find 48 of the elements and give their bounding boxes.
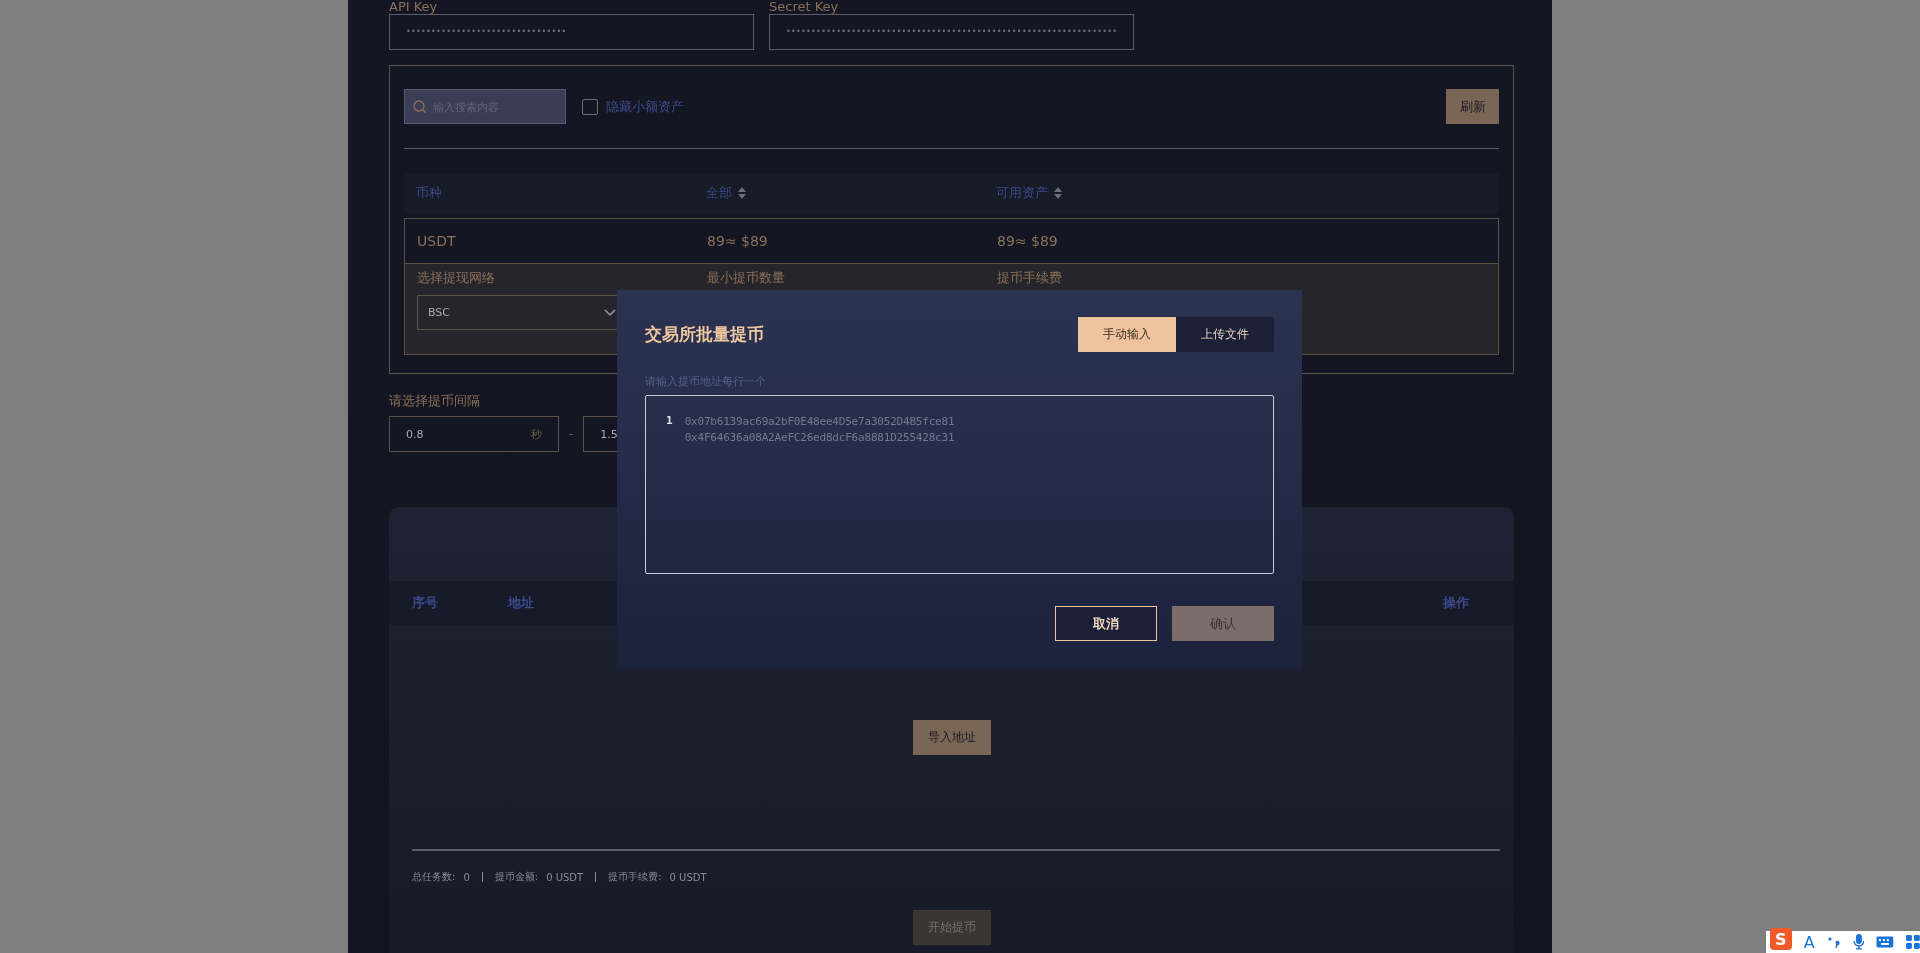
import-button[interactable]: 导入地址	[912, 719, 991, 755]
line-number: 1	[666, 414, 673, 429]
stat-label: 总任务数:	[412, 870, 456, 884]
stat-value: 0 USDT	[546, 871, 584, 883]
field-label: API Key	[389, 0, 439, 14]
column-header: 操作	[1443, 594, 1469, 612]
interval-label: 请选择提币间隔	[389, 394, 480, 408]
sort-icon[interactable]	[738, 187, 746, 199]
confirm-button[interactable]: 确认	[1172, 606, 1274, 641]
stat-value: 0 USDT	[669, 871, 707, 883]
grid-icon[interactable]	[1906, 935, 1920, 949]
password-field[interactable]: ••••••••••••••••••••••••••••••••••••••••••••••••••••••••••••••••••	[769, 14, 1134, 50]
cancel-button[interactable]: 取消	[1055, 606, 1157, 641]
column-header[interactable]: 币种	[416, 184, 442, 202]
field-label: Secret Key	[769, 0, 840, 14]
range-separator: -	[569, 427, 574, 441]
column-header[interactable]: 全部	[706, 184, 746, 202]
address-text: 0x07b6139ac69a2bF0E48ee4D5e7a3052D4B5fce81	[684, 414, 955, 430]
dialog-title: 交易所批量提币	[645, 323, 764, 346]
ime-logo[interactable]: S	[1770, 928, 1792, 950]
input-mode-toggle[interactable]: A	[1803, 932, 1815, 952]
address-input[interactable]: 1 0x07b6139ac69a2bF0E48ee4D5e7a3052D4B5fce81 0x4F64636a08A2AeFC26ed8dcF6a8881D255428c31	[645, 395, 1274, 574]
checkbox-label: 隐藏小额资产	[606, 97, 684, 116]
stat-label: 提币金额:	[494, 870, 539, 884]
microphone-icon[interactable]	[1852, 934, 1865, 950]
refresh-button[interactable]: 刷新	[1446, 89, 1499, 124]
stat-value: 0	[463, 871, 470, 883]
sort-icon[interactable]	[1054, 187, 1062, 199]
tab[interactable]: 手动输入	[1078, 317, 1176, 352]
start-button[interactable]: 开始提币	[912, 910, 991, 945]
punctuation-icon[interactable]	[1826, 935, 1841, 949]
network-label: 选择提现网络	[417, 269, 496, 287]
table-cell-text: 89≈ $89	[997, 233, 1059, 249]
chevron-down-icon	[604, 308, 616, 317]
address-text: 0x4F64636a08A2AeFC26ed8dcF6a8881D255428c31	[684, 430, 955, 446]
table-cell-text: USDT	[417, 233, 457, 249]
checkbox[interactable]	[582, 98, 598, 115]
tab[interactable]: 上传文件	[1176, 317, 1274, 352]
fee-label: 提币手续费	[997, 269, 1063, 287]
column-header[interactable]: 可用资产	[996, 184, 1062, 202]
password-field[interactable]: ••••••••••••••••••••••••••••••••	[389, 14, 754, 50]
interval-input[interactable]: 0.8 秒	[389, 416, 559, 452]
stat-label: 提币手续费:	[608, 870, 662, 884]
min-amount-label: 最小提币数量	[707, 269, 786, 287]
keyboard-icon[interactable]	[1876, 936, 1895, 948]
column-header: 地址	[508, 594, 534, 612]
table-cell-text: 89≈ $89	[707, 233, 769, 249]
column-header: 序号	[412, 594, 438, 612]
